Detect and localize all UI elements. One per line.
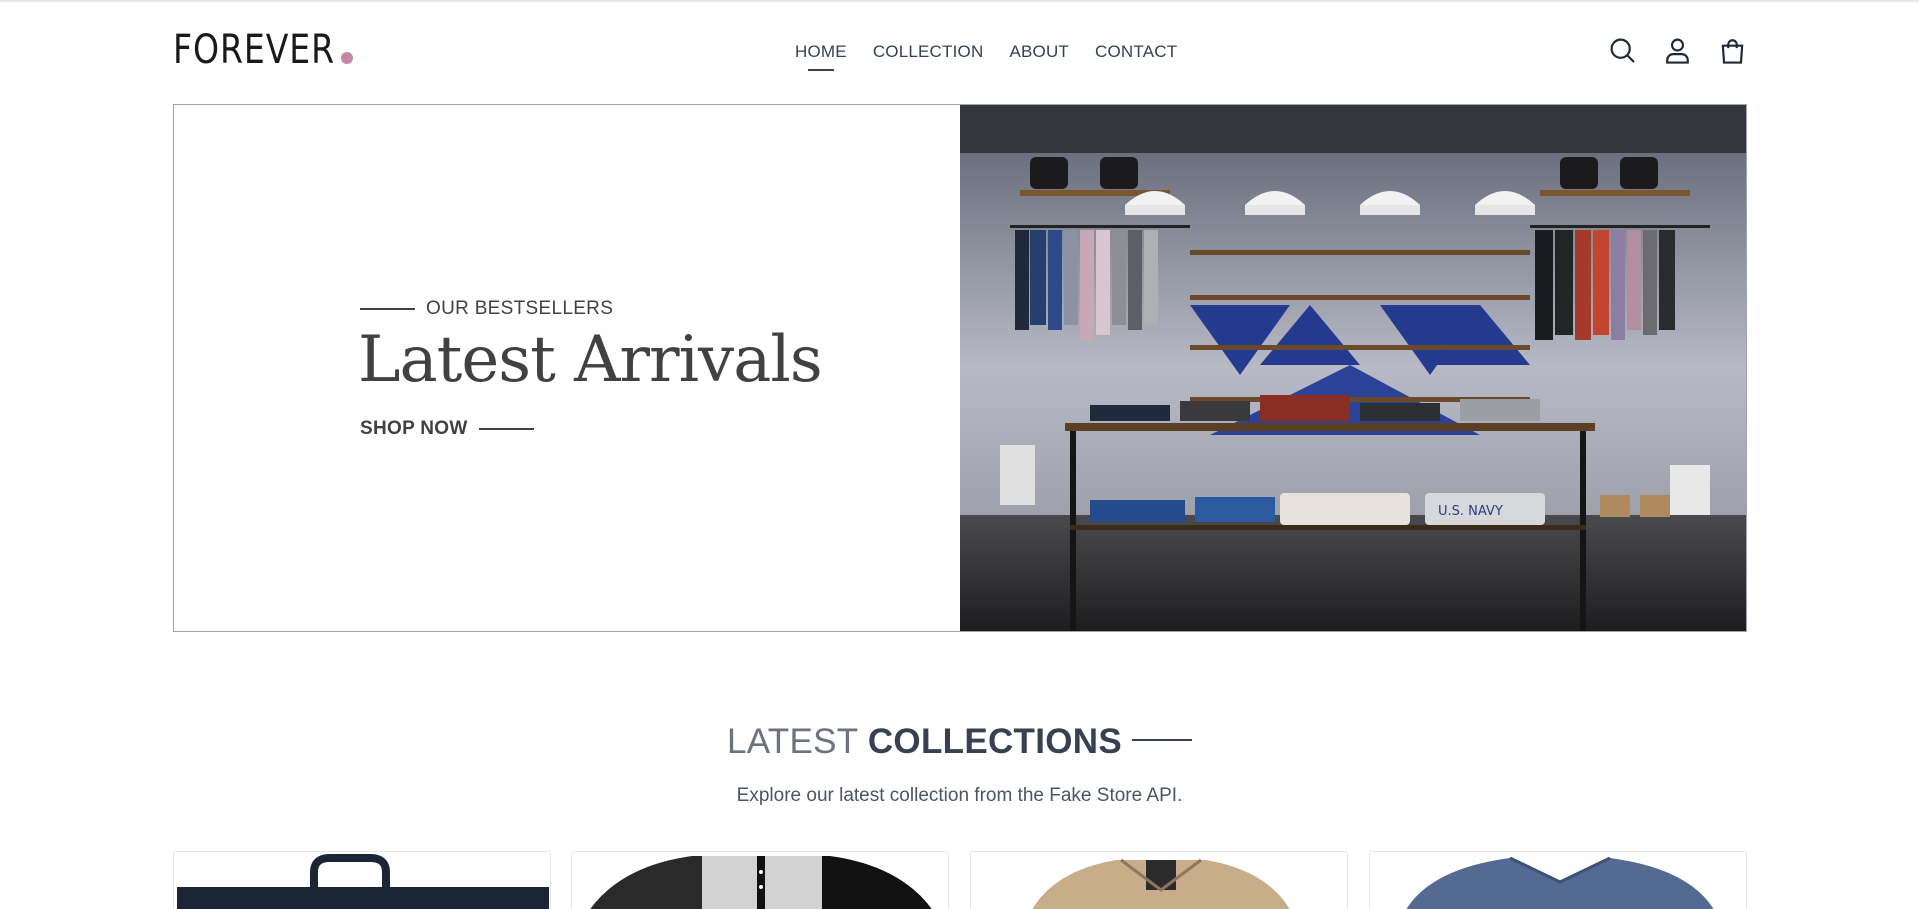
eyebrow-rule (360, 308, 415, 310)
hero-banner: OUR BESTSELLERS Latest Arrivals SHOP NOW (173, 104, 1747, 632)
product-image-jacket (1032, 858, 1290, 909)
shop-now-label: SHOP NOW (360, 418, 468, 439)
logo-dot (341, 52, 353, 64)
product-card[interactable] (970, 851, 1348, 909)
search-icon[interactable] (1608, 36, 1637, 65)
nav-contact[interactable]: CONTACT (1095, 42, 1177, 62)
logo[interactable]: FOREVER (173, 30, 335, 70)
hero-image: U.S. NAVY (960, 105, 1746, 631)
top-border (0, 0, 1919, 2)
nav-collection[interactable]: COLLECTION (873, 42, 984, 62)
eyebrow-text: OUR BESTSELLERS (426, 298, 614, 319)
site-header: FOREVER HOME COLLECTION ABOUT CONTACT (173, 22, 1747, 82)
hero-text-panel: OUR BESTSELLERS Latest Arrivals SHOP NOW (174, 105, 960, 631)
product-image-backpack (177, 854, 549, 909)
collections-title-rule (1132, 738, 1192, 741)
collections-title-bold: COLLECTIONS (867, 722, 1122, 761)
main-nav: HOME COLLECTION ABOUT CONTACT (795, 42, 1177, 62)
cta-rule (478, 428, 534, 430)
header-icons (1608, 36, 1747, 65)
cart-icon[interactable] (1718, 36, 1747, 65)
product-card[interactable] (571, 851, 949, 909)
collections-title-light: LATEST (726, 722, 858, 761)
user-icon[interactable] (1663, 36, 1692, 65)
shop-now-button[interactable]: SHOP NOW (360, 418, 534, 440)
nav-home[interactable]: HOME (795, 42, 847, 62)
svg-text:U.S. NAVY: U.S. NAVY (1438, 504, 1503, 519)
product-image-tshirt (1406, 856, 1714, 909)
product-grid (173, 851, 1747, 909)
hero-title: Latest Arrivals (358, 323, 823, 397)
collections-title: LATEST COLLECTIONS (0, 722, 1919, 762)
product-card[interactable] (173, 851, 551, 909)
product-image-raglan-shirt (590, 856, 932, 909)
nav-about[interactable]: ABOUT (1009, 42, 1069, 62)
product-card[interactable] (1369, 851, 1747, 909)
hero-eyebrow: OUR BESTSELLERS (360, 298, 613, 320)
collections-subtitle: Explore our latest collection from the F… (736, 785, 1183, 806)
